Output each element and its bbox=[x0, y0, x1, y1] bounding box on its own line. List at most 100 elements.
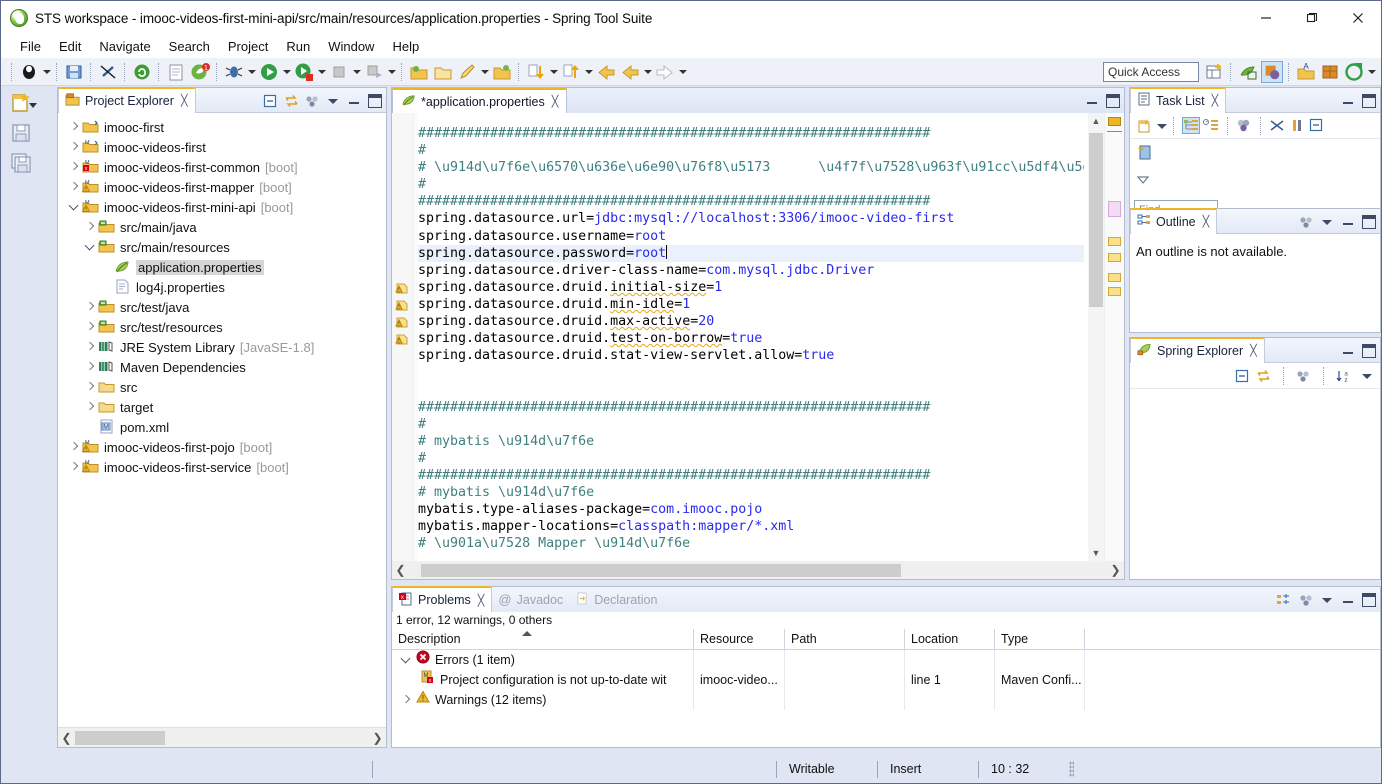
uncategorized-task-icon[interactable] bbox=[1136, 145, 1154, 165]
project-explorer-hscrollbar[interactable]: ❮ ❯ bbox=[58, 727, 386, 747]
problems-column-header[interactable]: Path bbox=[785, 629, 905, 649]
search-dropdown-icon[interactable] bbox=[479, 61, 490, 83]
focus-on-selection-icon[interactable] bbox=[1276, 593, 1292, 607]
maximize-panel-icon[interactable] bbox=[1362, 592, 1376, 607]
chevron-right-icon[interactable] bbox=[398, 690, 411, 710]
code-line[interactable]: # bbox=[418, 176, 1084, 193]
filter-completed-icon[interactable] bbox=[1269, 118, 1286, 134]
link-with-editor-icon[interactable] bbox=[284, 94, 298, 108]
minimize-panel-icon[interactable] bbox=[347, 94, 361, 108]
task-expand-icon[interactable] bbox=[1136, 172, 1374, 190]
problems-column-header[interactable]: Description bbox=[392, 629, 694, 649]
java-ee-perspective-icon[interactable]: A bbox=[1295, 61, 1317, 83]
hscroll-thumb[interactable] bbox=[75, 730, 165, 745]
code-line[interactable]: # bbox=[418, 142, 1084, 159]
maximize-panel-icon[interactable] bbox=[1362, 93, 1376, 108]
tab-project-explorer[interactable]: Project Explorer ╳ bbox=[58, 86, 196, 113]
tab-spring-explorer[interactable]: Spring Explorer ╳ bbox=[1130, 336, 1265, 363]
minimize-panel-icon[interactable] bbox=[1341, 94, 1355, 108]
scroll-right-icon[interactable]: ❯ bbox=[369, 731, 386, 745]
view-menu-icon[interactable] bbox=[1320, 593, 1334, 607]
perspective-dropdown-icon[interactable] bbox=[1366, 61, 1377, 83]
overview-warning-marker[interactable] bbox=[1108, 287, 1121, 296]
collapse-all-icon[interactable] bbox=[1309, 118, 1325, 134]
spring-leaf-icon[interactable]: 1 bbox=[189, 61, 211, 83]
menu-window[interactable]: Window bbox=[319, 37, 383, 56]
chevron-right-icon[interactable] bbox=[82, 377, 98, 397]
categorized-presentation-icon[interactable] bbox=[1182, 117, 1200, 134]
tree-item-maven-dependencies[interactable]: Maven Dependencies bbox=[58, 357, 386, 377]
chevron-right-icon[interactable] bbox=[66, 137, 82, 157]
tree-item-imooc-videos-first-mapper[interactable]: M! imooc-videos-first-mapper [boot] bbox=[58, 177, 386, 197]
code-line[interactable]: spring.datasource.druid.initial-size=1 bbox=[418, 279, 1084, 296]
maximize-panel-icon[interactable] bbox=[1362, 214, 1376, 229]
close-icon[interactable]: ╳ bbox=[1203, 215, 1210, 228]
tree-item-jre-system-library[interactable]: JRE System Library [JavaSE-1.8] bbox=[58, 337, 386, 357]
code-line[interactable]: spring.datasource.druid.test-on-borrow=t… bbox=[418, 330, 1084, 347]
open-type-icon[interactable] bbox=[432, 61, 454, 83]
code-line[interactable]: spring.datasource.druid.min-idle=1 bbox=[418, 296, 1084, 313]
new-wizard-icon[interactable] bbox=[18, 61, 40, 83]
editor-gutter[interactable]: !!!! bbox=[392, 113, 414, 561]
back-history-icon[interactable] bbox=[619, 61, 641, 83]
tree-item-imooc-videos-first-service[interactable]: M! imooc-videos-first-service [boot] bbox=[58, 457, 386, 477]
minimize-panel-icon[interactable] bbox=[1341, 593, 1355, 607]
link-broken-icon[interactable] bbox=[97, 61, 119, 83]
debug-icon[interactable] bbox=[223, 61, 245, 83]
next-annotation-icon[interactable] bbox=[525, 61, 547, 83]
problems-table-row[interactable]: ! Warnings (12 items) bbox=[392, 690, 1380, 710]
code-line[interactable]: spring.datasource.username=root bbox=[418, 228, 1084, 245]
tab-application-properties[interactable]: *application.properties ╳ bbox=[392, 88, 568, 113]
chevron-right-icon[interactable] bbox=[82, 317, 98, 337]
scroll-left-icon[interactable]: ❮ bbox=[58, 731, 75, 745]
tree-item-imooc-videos-first-common[interactable]: Mx imooc-videos-first-common [boot] bbox=[58, 157, 386, 177]
gutter-warning-icon[interactable]: ! bbox=[395, 297, 410, 311]
maximize-panel-icon[interactable] bbox=[1362, 343, 1376, 358]
boot-dashboard-icon[interactable] bbox=[131, 61, 153, 83]
chevron-right-icon[interactable] bbox=[82, 217, 98, 237]
tree-item-imooc-first[interactable]: imooc-first bbox=[58, 117, 386, 137]
code-line[interactable]: spring.datasource.druid.max-active=20 bbox=[418, 313, 1084, 330]
maximize-button[interactable] bbox=[1289, 1, 1335, 35]
code-line[interactable]: spring.datasource.password=root bbox=[418, 244, 1084, 262]
minimize-editor-icon[interactable] bbox=[1085, 94, 1099, 108]
step-dropdown-icon[interactable] bbox=[386, 61, 397, 83]
chevron-right-icon[interactable] bbox=[66, 177, 82, 197]
run-dropdown-icon[interactable] bbox=[281, 61, 292, 83]
task-list-body[interactable]: Find bbox=[1130, 139, 1380, 219]
menu-project[interactable]: Project bbox=[219, 37, 277, 56]
menu-run[interactable]: Run bbox=[277, 37, 319, 56]
code-line[interactable]: ########################################… bbox=[418, 467, 1084, 484]
code-line[interactable]: # \u914d\u7f6e\u6570\u636e\u6e90\u76f8\u… bbox=[418, 159, 1084, 176]
forward-icon[interactable] bbox=[654, 61, 676, 83]
run-icon[interactable] bbox=[258, 61, 280, 83]
link-with-editor-icon[interactable] bbox=[1256, 369, 1272, 383]
menu-search[interactable]: Search bbox=[160, 37, 219, 56]
terminate-icon[interactable] bbox=[328, 61, 350, 83]
java-perspective-icon[interactable] bbox=[1237, 61, 1259, 83]
focus-on-workweek-icon[interactable] bbox=[1236, 118, 1253, 134]
scheduled-presentation-icon[interactable] bbox=[1203, 118, 1220, 134]
debug-dropdown-icon[interactable] bbox=[246, 61, 257, 83]
gutter-warning-icon[interactable]: ! bbox=[395, 331, 410, 345]
tab-javadoc[interactable]: @ Javadoc bbox=[492, 587, 570, 612]
problems-column-header[interactable]: Type bbox=[995, 629, 1085, 649]
save-icon[interactable] bbox=[63, 61, 85, 83]
menu-help[interactable]: Help bbox=[383, 37, 428, 56]
chevron-down-icon[interactable] bbox=[66, 197, 82, 217]
overview-warning-marker[interactable] bbox=[1108, 237, 1121, 246]
collapse-all-icon[interactable] bbox=[1235, 369, 1249, 383]
terminate-dropdown-icon[interactable] bbox=[351, 61, 362, 83]
close-icon[interactable]: ╳ bbox=[1212, 94, 1219, 107]
overview-warning-marker[interactable] bbox=[1108, 253, 1121, 262]
problems-column-header[interactable]: Location bbox=[905, 629, 995, 649]
code-line[interactable]: ########################################… bbox=[418, 193, 1084, 210]
scroll-left-icon[interactable]: ❮ bbox=[392, 563, 409, 577]
open-perspective-icon[interactable] bbox=[1203, 61, 1225, 83]
problems-table-body[interactable]: Errors (1 item) Mx Project configuration i… bbox=[392, 650, 1380, 710]
tab-outline[interactable]: Outline ╳ bbox=[1130, 207, 1218, 234]
minimize-button[interactable] bbox=[1243, 1, 1289, 35]
tree-item-src-main-resources[interactable]: src/main/resources bbox=[58, 237, 386, 257]
java-browsing-icon[interactable] bbox=[1319, 61, 1341, 83]
code-line[interactable]: # bbox=[418, 450, 1084, 467]
